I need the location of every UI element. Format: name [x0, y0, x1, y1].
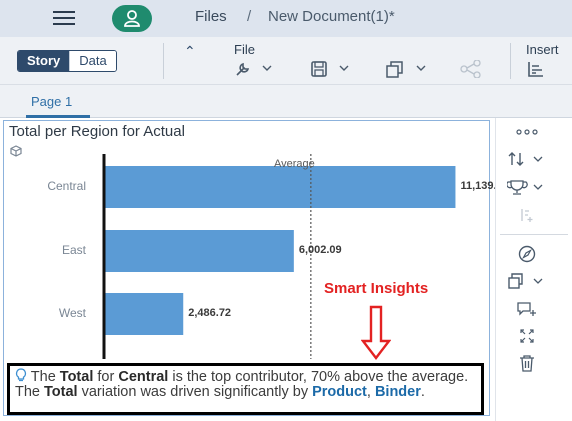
share-button[interactable] — [460, 59, 482, 79]
toolbar: Story Data ⌃ File Insert — [0, 37, 572, 85]
insert-section-label: Insert — [526, 42, 559, 57]
copy-widget-button[interactable] — [504, 271, 550, 291]
add-dimension-button[interactable] — [504, 205, 550, 225]
toolbar-divider — [163, 43, 164, 79]
tools-menu-button[interactable] — [234, 60, 274, 78]
shell-bar: Files / New Document(1)* — [0, 0, 572, 37]
add-comment-button[interactable] — [504, 299, 550, 319]
data-label: 6,002.09 — [298, 244, 342, 256]
bar-central[interactable] — [105, 166, 456, 208]
category-label: Central — [47, 179, 86, 193]
category-label: West — [58, 306, 86, 320]
copy-icon — [508, 273, 543, 289]
active-tab-indicator — [26, 115, 90, 118]
menu-icon[interactable] — [53, 11, 75, 25]
save-icon — [311, 61, 349, 77]
sort-button[interactable] — [504, 149, 550, 169]
bar-east[interactable] — [105, 230, 294, 272]
avatar[interactable] — [112, 5, 152, 32]
ranking-icon — [507, 180, 543, 195]
more-icon — [516, 129, 538, 135]
ranking-button[interactable] — [504, 177, 550, 197]
add-dimension-icon — [521, 209, 533, 222]
story-data-toggle: Story Data — [17, 50, 117, 72]
lightbulb-icon — [15, 368, 27, 382]
bar-chart-icon — [528, 62, 543, 77]
smart-insight-text: The Total for Central is the top contrib… — [7, 363, 484, 415]
data-button[interactable]: Data — [69, 51, 116, 71]
fullscreen-button[interactable] — [504, 326, 550, 346]
save-menu-button[interactable] — [310, 60, 352, 78]
delete-icon — [520, 354, 534, 372]
smart-insights-annotation: Smart Insights — [324, 280, 429, 297]
side-divider — [500, 234, 568, 235]
reference-line-label: Average — [274, 158, 315, 170]
breadcrumb-separator: / — [247, 8, 252, 25]
widget-side-panel — [495, 118, 572, 421]
toolbar-divider — [510, 43, 511, 79]
navigate-button[interactable] — [504, 244, 550, 264]
user-icon — [124, 10, 140, 27]
down-arrow-icon — [361, 305, 391, 360]
insight-link-binder[interactable]: Binder — [375, 384, 421, 400]
collapse-toolbar-icon[interactable]: ⌃ — [184, 43, 196, 60]
fullscreen-icon — [520, 329, 534, 343]
sort-icon — [508, 152, 543, 166]
share-icon — [460, 59, 481, 79]
chart-widget[interactable]: Total per Region for Actual Central 11,13… — [3, 120, 509, 416]
copy-icon — [386, 61, 426, 78]
category-label: East — [61, 243, 86, 257]
page-tab-bar: Page 1 — [0, 85, 572, 118]
compass-icon — [518, 245, 536, 263]
file-section-label: File — [234, 42, 255, 57]
story-button[interactable]: Story — [18, 51, 70, 71]
more-button[interactable] — [504, 122, 550, 142]
wrench-icon — [236, 62, 272, 76]
data-label: 2,486.72 — [188, 307, 232, 319]
tab-page-1[interactable]: Page 1 — [31, 94, 72, 109]
document-title: New Document(1)* — [268, 8, 395, 25]
comment-icon — [517, 302, 536, 316]
bar-west[interactable] — [105, 293, 184, 335]
insight-link-product[interactable]: Product — [312, 384, 367, 400]
delete-button[interactable] — [504, 353, 550, 373]
breadcrumb-files[interactable]: Files — [195, 8, 227, 25]
insert-chart-button[interactable] — [527, 60, 545, 78]
copy-menu-button[interactable] — [385, 60, 429, 78]
